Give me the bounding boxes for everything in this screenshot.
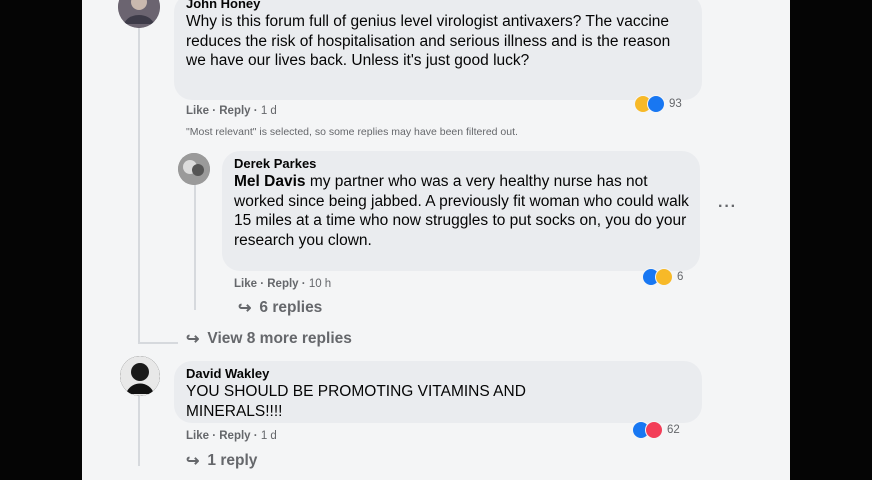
haha-reaction-icon bbox=[655, 268, 673, 286]
reaction-count: 6 bbox=[677, 271, 684, 283]
reaction-summary[interactable]: 93 bbox=[634, 95, 682, 113]
reply-link[interactable]: Reply bbox=[267, 278, 298, 290]
more-options-icon[interactable]: ··· bbox=[718, 198, 737, 216]
view-more-label: View 8 more replies bbox=[207, 330, 352, 347]
comment-bubble: David Wakley YOU SHOULD BE PROMOTING VIT… bbox=[174, 361, 702, 423]
love-reaction-icon bbox=[645, 421, 663, 439]
comment-actions: Like · Reply · 1 d bbox=[186, 430, 277, 442]
comment-bubble: John Honey Why is this forum full of gen… bbox=[174, 0, 702, 100]
mention-link[interactable]: Mel Davis bbox=[234, 173, 306, 190]
comment-text: YOU SHOULD BE PROMOTING VITAMINS AND MIN… bbox=[186, 383, 526, 420]
comment-text: Why is this forum full of genius level v… bbox=[186, 13, 671, 69]
reply-arrow-icon: ↪ bbox=[238, 300, 252, 317]
left-black-bar bbox=[0, 0, 82, 480]
like-reaction-icon bbox=[647, 95, 665, 113]
avatar[interactable] bbox=[178, 153, 210, 185]
right-black-bar bbox=[790, 0, 872, 480]
replies-count: 6 replies bbox=[259, 299, 323, 316]
reply-arrow-icon: ↪ bbox=[186, 453, 200, 470]
reply-author[interactable]: Derek Parkes bbox=[234, 156, 688, 172]
reply-actions: Like · Reply · 10 h bbox=[234, 278, 332, 290]
comment-author[interactable]: David Wakley bbox=[186, 366, 690, 382]
like-link[interactable]: Like bbox=[234, 278, 257, 290]
thread-line bbox=[138, 342, 178, 344]
view-replies-link[interactable]: ↪ 6 replies bbox=[238, 298, 322, 318]
reaction-count: 93 bbox=[669, 98, 682, 110]
reaction-summary[interactable]: 62 bbox=[632, 421, 680, 439]
comment-author[interactable]: John Honey bbox=[186, 0, 690, 12]
reply-time[interactable]: 10 h bbox=[309, 278, 331, 290]
reply-bubble: Derek Parkes Mel Davis my partner who wa… bbox=[222, 151, 700, 271]
view-replies-link[interactable]: ↪ 1 reply bbox=[186, 451, 257, 471]
replies-count: 1 reply bbox=[207, 452, 258, 469]
thread-line bbox=[194, 180, 196, 310]
reply-link[interactable]: Reply bbox=[219, 105, 250, 117]
comment-time[interactable]: 1 d bbox=[261, 430, 277, 442]
reply-text: Mel Davis my partner who was a very heal… bbox=[234, 172, 692, 250]
reply-link[interactable]: Reply bbox=[219, 430, 250, 442]
reaction-summary[interactable]: 6 bbox=[642, 268, 683, 286]
reaction-count: 62 bbox=[667, 424, 680, 436]
comments-panel: John Honey Why is this forum full of gen… bbox=[82, 0, 790, 480]
view-more-replies-link[interactable]: ↪ View 8 more replies bbox=[186, 329, 352, 349]
like-link[interactable]: Like bbox=[186, 430, 209, 442]
comment-time[interactable]: 1 d bbox=[261, 105, 277, 117]
filter-note: "Most relevant" is selected, so some rep… bbox=[186, 126, 518, 138]
thread-line bbox=[138, 388, 140, 466]
comment-actions: Like · Reply · 1 d bbox=[186, 105, 277, 117]
avatar[interactable] bbox=[118, 0, 160, 28]
avatar[interactable] bbox=[120, 356, 160, 396]
like-link[interactable]: Like bbox=[186, 105, 209, 117]
thread-line bbox=[138, 22, 140, 344]
reply-arrow-icon: ↪ bbox=[186, 331, 200, 348]
